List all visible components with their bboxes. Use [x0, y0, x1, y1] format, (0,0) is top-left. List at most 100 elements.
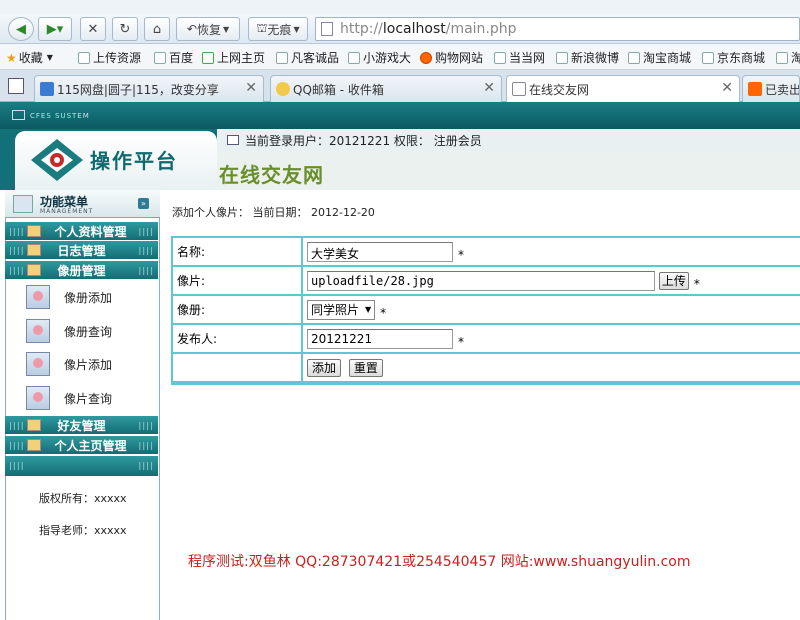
folder-icon	[27, 264, 41, 276]
sidebar-toggle-icon[interactable]	[8, 78, 24, 94]
bookmark-item[interactable]: 凡客诚品	[276, 49, 339, 66]
name-input[interactable]: 大学美女	[307, 241, 453, 262]
refresh-icon: ↻	[119, 21, 131, 37]
page-icon	[702, 51, 714, 64]
restore-button[interactable]: ↶ 恢复 ▼	[176, 17, 240, 41]
notrace-label: 无痕	[267, 22, 292, 37]
menu-homepage[interactable]: |||| 个人主页管理 ||||	[5, 436, 158, 454]
browser-toolbar: ◀ ▶▾ ✕ ↻ ⌂ ↶ 恢复 ▼ ⛫ 无痕 ▼ http://localhost/ma…	[0, 14, 800, 44]
menu-profile[interactable]: |||| 个人资料管理 ||||	[5, 222, 158, 240]
bookmark-item[interactable]: 上传资源	[78, 49, 141, 66]
app-top-strip	[0, 102, 800, 129]
menu-label: 像册管理	[57, 263, 106, 278]
upload-button[interactable]: 上传	[658, 271, 689, 290]
home-button[interactable]: ⌂	[144, 17, 170, 41]
decor-dots: ||||	[138, 227, 154, 236]
back-button[interactable]: ◀	[8, 17, 34, 41]
address-bar[interactable]: http://localhost/main.php	[315, 17, 800, 41]
monitor-icon	[227, 135, 239, 145]
bookmark-label: 京东商城	[717, 51, 766, 65]
menu-label: 好友管理	[57, 418, 106, 433]
decor-dots: ||||	[138, 246, 154, 255]
photo-query[interactable]: 像片查询	[26, 384, 112, 412]
address-host: localhost	[382, 21, 446, 37]
bookmark-label: 收藏	[18, 51, 43, 65]
publisher-input[interactable]: 20121221	[307, 328, 453, 349]
test-info-note: 程序测试:双鱼林 QQ:287307421或254540457 网站:www.s…	[188, 554, 691, 570]
empty-label-cell	[173, 354, 303, 383]
list-icon	[26, 386, 50, 410]
actions-cell: 添加 重置	[303, 354, 800, 383]
bookmark-item[interactable]: 当当网	[494, 49, 545, 66]
photo-path-input[interactable]: uploadfile/28.jpg	[307, 270, 655, 291]
photo-form: 名称: 大学美女 * 像片: uploadfile/28.jpg 上传 * 像册: …	[171, 236, 800, 385]
reset-button[interactable]: 重置	[348, 358, 383, 377]
tab-active[interactable]: 在线交友网 ✕	[506, 75, 740, 103]
menu-footer-bar: |||| ||||	[5, 456, 158, 476]
advisor-text: 指导老师：xxxxx	[39, 524, 127, 537]
submit-button[interactable]: 添加	[307, 358, 342, 377]
logo-text: 操作平台	[90, 149, 178, 173]
bookmark-item[interactable]: 购物网站	[420, 49, 483, 66]
bookmarks-bar: ★ 收藏 ▼ 上传资源 百度 上网主页 凡客诚品 小游戏大 购物网站 当当网 新浪微…	[0, 44, 800, 70]
copyright-text: 版权所有：xxxxx	[39, 492, 127, 505]
monitor-icon	[12, 110, 25, 120]
tab-title: 115网盘|圆子|115，改变分享	[57, 82, 219, 97]
close-icon[interactable]: ✕	[721, 80, 733, 96]
stop-button[interactable]: ✕	[80, 17, 106, 41]
album-select[interactable]: 同学照片 ▼	[307, 299, 376, 320]
close-icon[interactable]: ✕	[483, 80, 495, 96]
menu-friends[interactable]: |||| 好友管理 ||||	[5, 416, 158, 434]
refresh-button[interactable]: ↻	[112, 17, 138, 41]
close-icon: ✕	[87, 21, 99, 37]
bookmark-label: 百度	[169, 51, 194, 65]
bookmark-item[interactable]: 淘	[776, 49, 800, 66]
tab-qqmail[interactable]: QQ邮箱 - 收件箱 ✕	[270, 75, 502, 102]
photo-add[interactable]: 像片添加	[26, 350, 112, 378]
chevron-down-icon: ▼	[365, 305, 372, 314]
chevron-down-icon: ▼	[222, 24, 230, 34]
home-icon	[202, 51, 214, 64]
tab-title: QQ邮箱 - 收件箱	[293, 82, 384, 97]
favicon-icon	[40, 82, 54, 96]
bookmark-item[interactable]: 小游戏大	[348, 49, 411, 66]
collapse-icon[interactable]: »	[138, 198, 149, 209]
menu-log[interactable]: |||| 日志管理 ||||	[5, 241, 158, 259]
page-icon	[556, 51, 568, 64]
favicon-icon	[276, 82, 290, 96]
user-bar: 当前登录用户：20121221 权限： 注册会员	[217, 129, 800, 151]
photo-label: 像片:	[173, 267, 303, 296]
forward-button[interactable]: ▶▾	[38, 17, 72, 41]
album-add[interactable]: 像册添加	[26, 283, 112, 311]
photo-cell: uploadfile/28.jpg 上传 *	[303, 267, 800, 296]
notrace-button[interactable]: ⛫ 无痕 ▼	[248, 17, 308, 41]
close-icon[interactable]: ✕	[245, 80, 257, 96]
form-row-name: 名称: 大学美女 *	[173, 238, 800, 267]
album-query[interactable]: 像册查询	[26, 317, 112, 345]
decor-dots: ||||	[138, 266, 154, 275]
form-row-actions: 添加 重置	[173, 354, 800, 383]
tab-sold[interactable]: 已卖出	[742, 75, 800, 102]
bookmark-item[interactable]: 百度	[154, 49, 193, 66]
sidebar-subtitle: MANAGEMENT	[40, 208, 94, 215]
bookmark-label: 新浪微博	[571, 51, 620, 65]
page-icon	[276, 51, 288, 64]
name-label: 名称:	[173, 238, 303, 267]
bookmark-item[interactable]: 新浪微博	[556, 49, 619, 66]
tab-115[interactable]: 115网盘|圆子|115，改变分享 ✕	[34, 75, 264, 102]
menu-album[interactable]: |||| 像册管理 ||||	[5, 261, 158, 279]
page-icon	[321, 22, 333, 36]
bookmark-item[interactable]: 淘宝商城	[628, 49, 691, 66]
bookmark-item[interactable]: 京东商城	[702, 49, 765, 66]
bookmark-item[interactable]: 上网主页	[202, 49, 265, 66]
folder-icon	[27, 244, 41, 256]
page-icon	[628, 51, 640, 64]
decor-dots: ||||	[9, 266, 25, 275]
subitem-label: 像片添加	[64, 357, 113, 372]
album-label: 像册:	[173, 296, 303, 325]
back-arrow-icon: ◀	[16, 21, 26, 37]
bookmark-favorites[interactable]: ★ 收藏 ▼	[6, 49, 53, 66]
form-row-publisher: 发布人: 20121221 *	[173, 325, 800, 354]
form-row-photo: 像片: uploadfile/28.jpg 上传 *	[173, 267, 800, 296]
album-selected-value: 同学照片	[311, 303, 360, 317]
